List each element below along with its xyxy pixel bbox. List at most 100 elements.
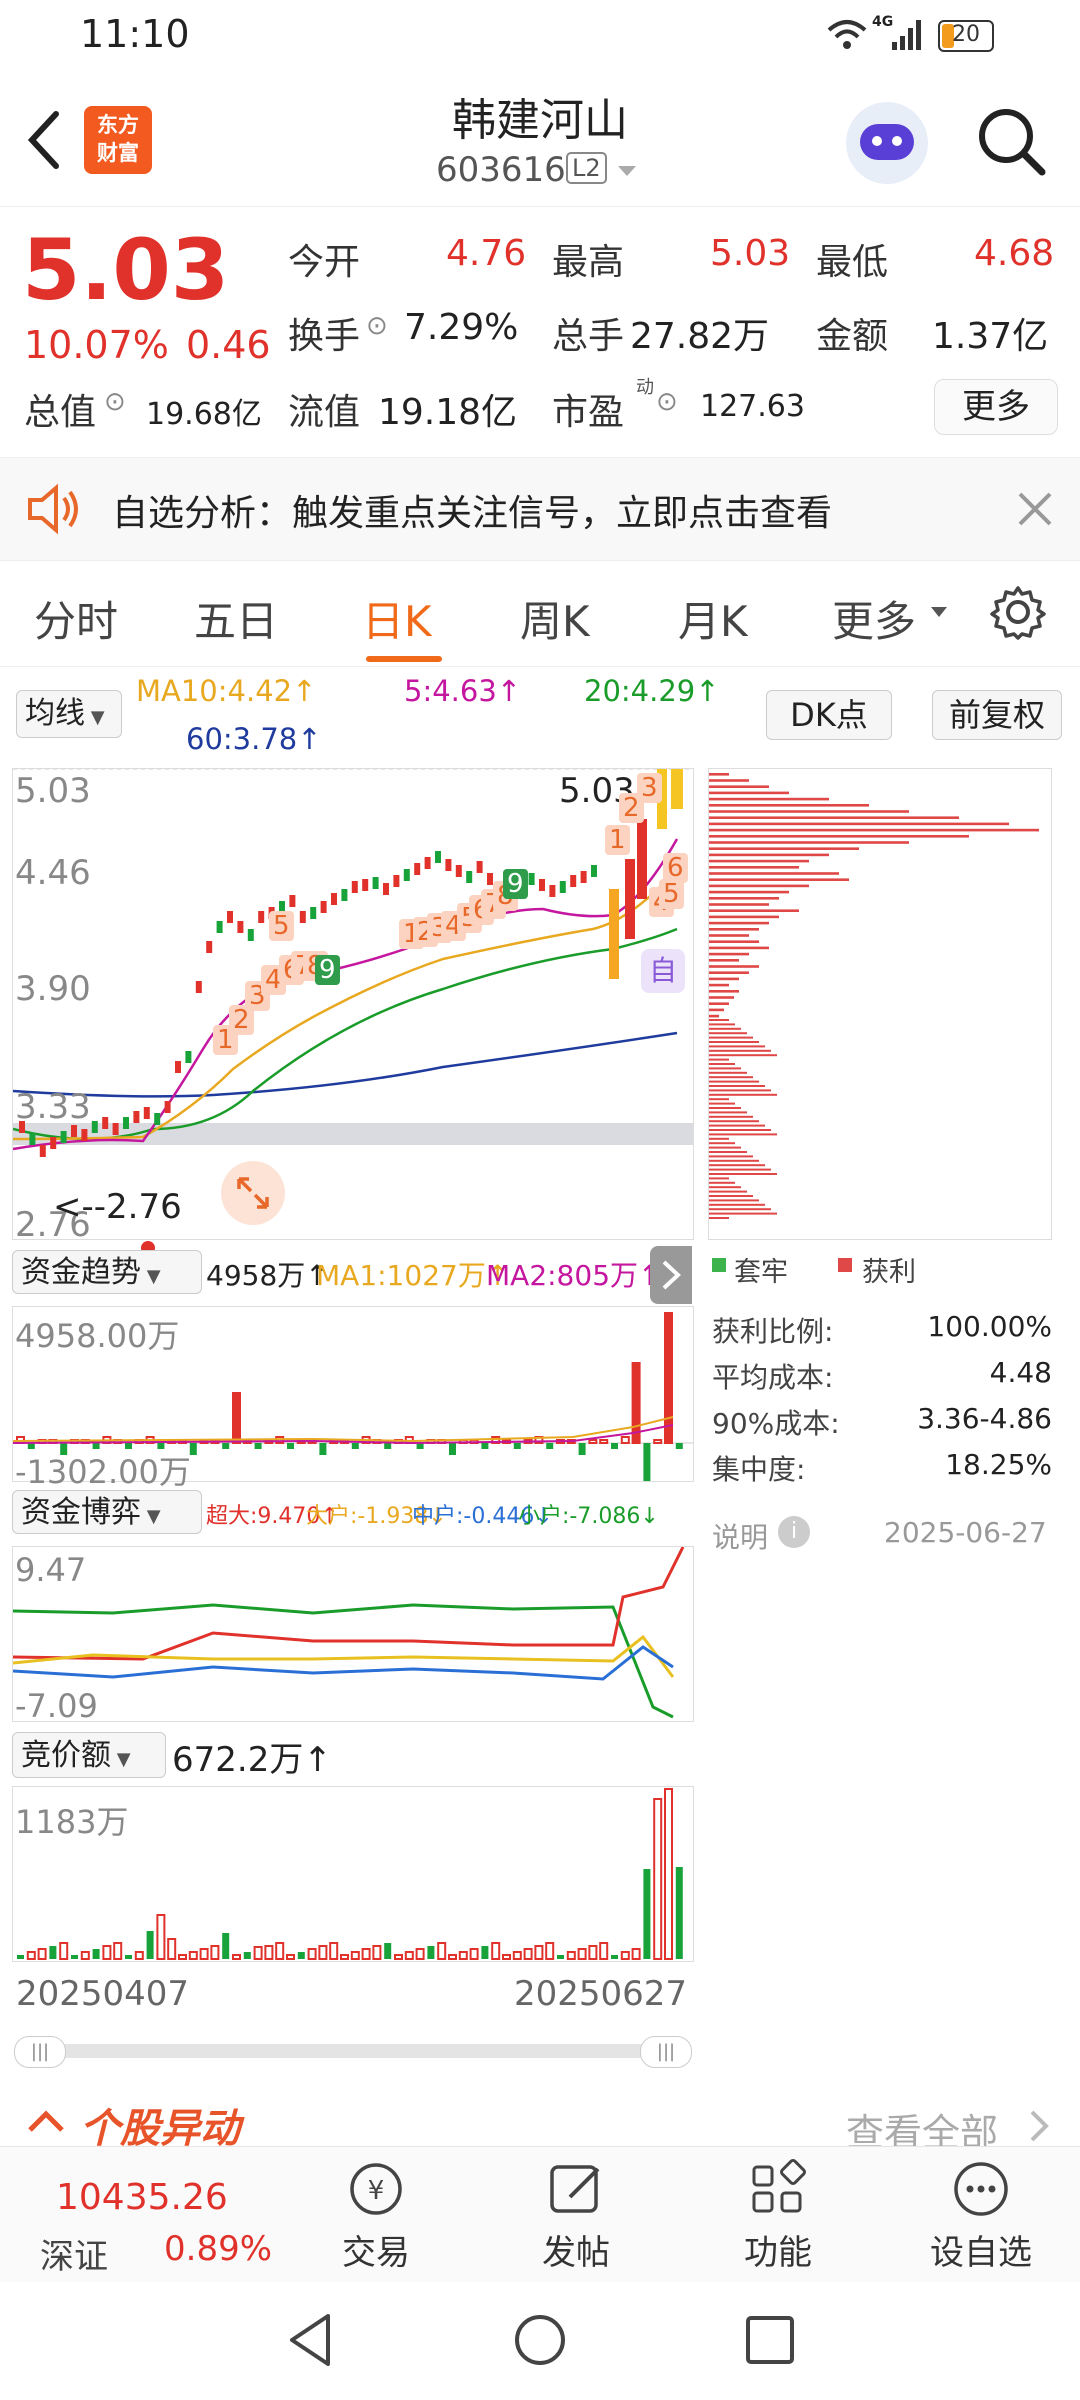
robot-assistant-icon[interactable] (846, 102, 928, 184)
features-button[interactable]: 功能 (728, 2157, 828, 2277)
auction-bar (437, 1942, 447, 1960)
turnover-value: 7.29% (404, 307, 519, 348)
chip-bar (709, 853, 829, 857)
chevron-right-icon[interactable] (1028, 2108, 1050, 2144)
candlestick (393, 875, 400, 887)
tab-minute[interactable]: 分时 (34, 588, 118, 649)
chevron-up-icon[interactable] (26, 2108, 66, 2134)
expand-panel-button[interactable] (650, 1246, 692, 1304)
range-slider-track[interactable] (14, 2044, 690, 2058)
pe-superscript: 动 (636, 377, 654, 398)
fund-trend-bar (449, 1443, 456, 1455)
chip-bar (709, 959, 739, 962)
chip-bar (709, 804, 869, 807)
nav-home-icon[interactable] (512, 2310, 568, 2370)
signal-icon (892, 20, 921, 50)
fund-trend-bar (653, 1439, 663, 1444)
chip-bar (709, 1019, 729, 1021)
total-mv-value: 19.68亿 (146, 397, 262, 432)
tab-five-day[interactable]: 五日 (194, 588, 278, 649)
tab-month-k[interactable]: 月K (678, 588, 748, 649)
dk-point-button[interactable]: DK点 (766, 690, 892, 740)
status-bar: 11:10 4G 20 (0, 0, 1080, 72)
candlestick (123, 1117, 129, 1129)
kline-chart[interactable]: 5.03 4.46 3.90 3.33 2.76 5.03> <--2.76 自… (12, 768, 694, 1255)
chip-bar (709, 810, 909, 813)
chip-bar (709, 940, 759, 943)
chip-bar (709, 1129, 771, 1131)
auction-bar (372, 1945, 382, 1960)
auction-bar (664, 1788, 673, 1960)
settings-gear-icon[interactable] (990, 584, 1046, 640)
current-price: 5.03 (22, 221, 230, 319)
chip-bar (709, 1124, 765, 1127)
auction-select[interactable]: 竞价额 ▼ (12, 1732, 166, 1778)
chip-bar (709, 1120, 759, 1123)
chip-bar (709, 1098, 729, 1101)
bottom-toolbar: 10435.26 深证 0.89% ¥ 交易 发帖 功能 设自选 (0, 2146, 1080, 2283)
chip-bar (709, 872, 839, 875)
search-icon[interactable] (976, 106, 1048, 178)
info-icon[interactable]: i (778, 1516, 810, 1548)
index-value[interactable]: 10435.26 (56, 2177, 228, 2218)
tab-week-k[interactable]: 周K (520, 588, 590, 649)
auction-bar (253, 1946, 263, 1960)
fund-game-select[interactable]: 资金博弈 ▼ (12, 1490, 202, 1534)
chip-note-label[interactable]: 说明 (712, 1516, 768, 1556)
sequence-count-label: 9 (503, 869, 528, 899)
chip-bar (709, 1063, 735, 1065)
auction-bar (611, 1955, 618, 1959)
candlestick (403, 869, 410, 881)
auction-bar (146, 1931, 154, 1959)
total-mv-label: 总值 (24, 392, 97, 433)
auction-bar (102, 1945, 112, 1960)
fund-trend-bar (620, 1436, 630, 1444)
expand-icon[interactable] (221, 1161, 285, 1225)
chip-bar (709, 785, 769, 788)
turnover-label: 换手 (288, 316, 361, 357)
chip-bar (709, 797, 829, 801)
chip-bar (709, 884, 809, 888)
candlestick (559, 881, 566, 893)
range-slider-right-handle[interactable]: ||| (640, 2036, 692, 2068)
ma-select[interactable]: 均线 ▼ (16, 690, 122, 738)
info-icon[interactable]: ⊙ (104, 387, 126, 417)
self-select-tag[interactable]: 自 (641, 949, 685, 993)
candlestick (570, 875, 577, 887)
index-percent[interactable]: 0.89% (164, 2229, 272, 2269)
fund-trend-ma1: MA1:1027万↑ (316, 1259, 510, 1292)
index-name[interactable]: 深证 (40, 2229, 108, 2278)
dropdown-triangle-icon[interactable] (616, 164, 638, 178)
chip-bar (709, 835, 969, 838)
nav-recents-icon[interactable] (742, 2310, 798, 2370)
post-button[interactable]: 发帖 (526, 2157, 626, 2277)
tab-day-k[interactable]: 日K (362, 588, 432, 649)
adjust-price-button[interactable]: 前复权 (932, 690, 1062, 740)
banner-text[interactable]: 自选分析：触发重点关注信号，立即点击查看 (112, 484, 832, 536)
back-icon[interactable] (22, 108, 66, 172)
level2-badge[interactable]: L2 (566, 152, 607, 184)
fund-trend-select[interactable]: 资金趋势 ▼ (12, 1250, 202, 1294)
auction-bar (566, 1951, 576, 1960)
tab-more[interactable]: 更多 (832, 588, 916, 649)
chip-bar (709, 1041, 759, 1043)
candlestick (102, 1117, 109, 1129)
range-slider-left-handle[interactable]: ||| (14, 2036, 66, 2068)
eastmoney-logo[interactable]: 东方 财富 (84, 106, 152, 174)
float-mv-label: 流值 (288, 392, 361, 433)
info-icon[interactable]: ⊙ (366, 311, 388, 341)
dropdown-triangle-icon[interactable] (930, 606, 948, 618)
info-icon[interactable]: ⊙ (656, 387, 678, 417)
more-quote-button[interactable]: 更多 (934, 379, 1058, 435)
close-icon[interactable] (1016, 490, 1054, 528)
chip-bar (709, 1045, 765, 1048)
analysis-banner[interactable]: 自选分析：触发重点关注信号，立即点击查看 (0, 457, 1080, 561)
nav-back-icon[interactable] (282, 2310, 338, 2370)
add-watchlist-button[interactable]: 设自选 (916, 2157, 1046, 2277)
chip-bar (709, 897, 779, 900)
trade-button[interactable]: ¥ 交易 (326, 2157, 426, 2277)
candlestick (39, 1145, 46, 1157)
sequence-count-label: 9 (315, 955, 340, 985)
fund-trend-chart: 4958.00万 -1302.00万 (12, 1306, 694, 1563)
open-value: 4.76 (446, 233, 527, 274)
